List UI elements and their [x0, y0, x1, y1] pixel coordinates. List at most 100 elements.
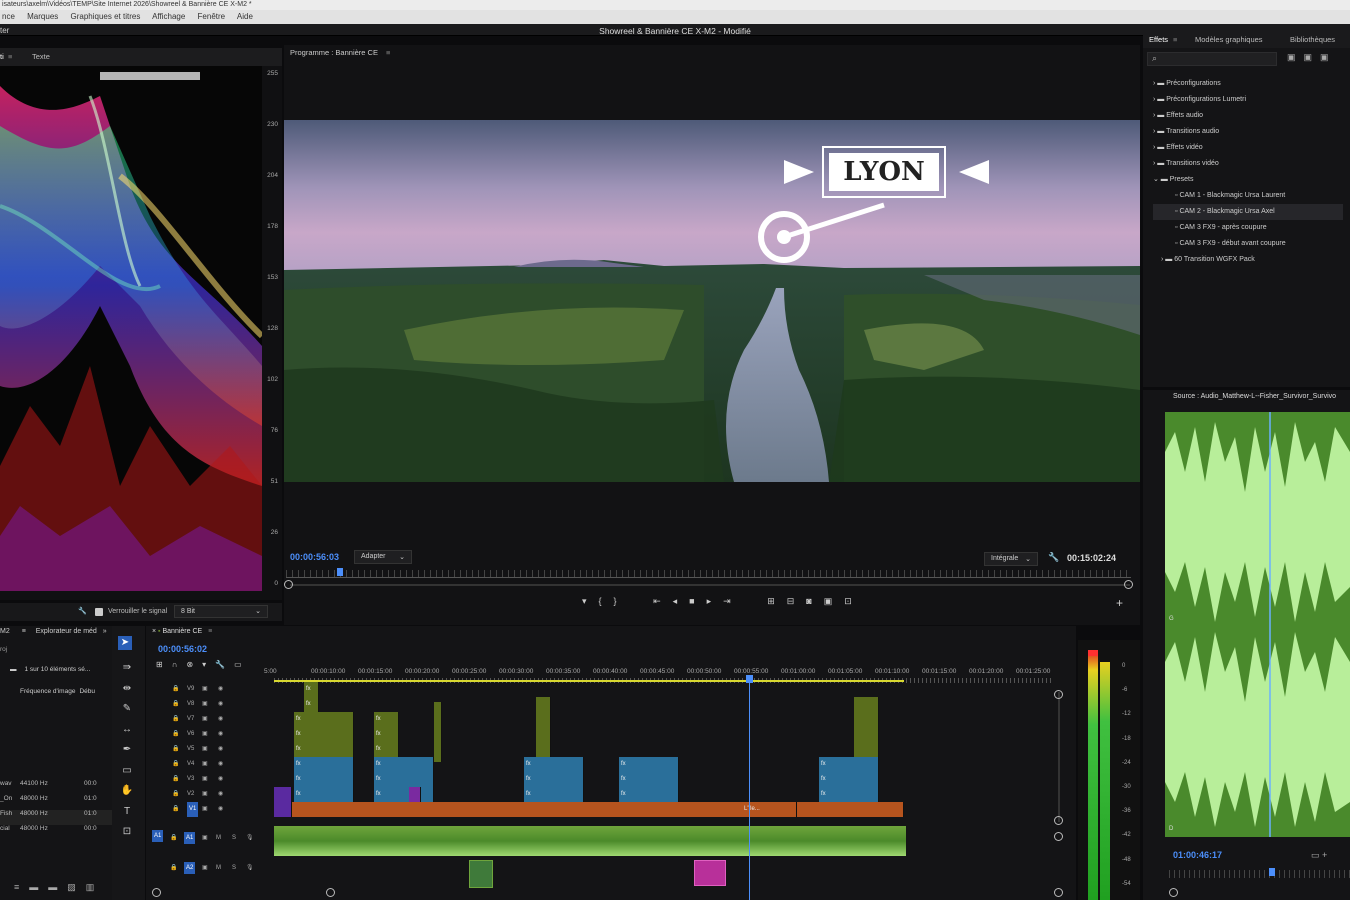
source-ruler[interactable]	[1169, 870, 1350, 878]
selection-tool-icon[interactable]: ➤	[118, 636, 132, 650]
tab-text[interactable]: Texte	[32, 48, 50, 66]
video-clip[interactable]: fx	[819, 757, 879, 772]
mark-out-icon[interactable]: }	[614, 596, 629, 606]
audio-track-header[interactable]: A1 🔒 A1 ▣ M S 🎙	[146, 824, 274, 852]
tab-graphic-templates[interactable]: Modèles graphiques	[1195, 32, 1263, 48]
export-frame-icon[interactable]: ◙	[806, 596, 823, 606]
tree-folder[interactable]: › ▬ Effets vidéo	[1153, 140, 1343, 156]
scroll-handle[interactable]	[326, 888, 335, 897]
playhead-handle[interactable]	[746, 675, 753, 683]
extract-icon[interactable]: ⊟	[787, 596, 807, 606]
scroll-handle[interactable]	[1054, 832, 1063, 841]
video-clip[interactable]: fx	[524, 772, 584, 787]
video-clip[interactable]: fx	[304, 697, 319, 712]
video-track-header[interactable]: 🔒 V5 ▣ ◉	[146, 742, 274, 757]
captions-icon[interactable]: ▭	[234, 660, 251, 669]
tree-folder[interactable]: › ▬ Préconfigurations	[1153, 76, 1343, 92]
tree-folder[interactable]: › ▬ Effets audio	[1153, 108, 1343, 124]
menu-item-markers[interactable]: Marques	[27, 12, 58, 21]
source-playhead[interactable]	[1269, 868, 1275, 876]
rectangle-tool-icon[interactable]: ▭	[120, 761, 134, 782]
scroll-handle-right[interactable]	[1124, 580, 1133, 589]
zoom-select[interactable]: Adapter ⌄	[354, 550, 412, 564]
linked-selection-icon[interactable]: ⊗	[186, 660, 202, 669]
video-clip[interactable]: fx	[524, 757, 584, 772]
program-video-frame[interactable]: LYON	[284, 120, 1140, 482]
ripple-edit-tool-icon[interactable]: ⇹	[120, 679, 134, 700]
add-marker-icon[interactable]: ▾	[202, 660, 215, 669]
scroll-handle-left[interactable]	[284, 580, 293, 589]
video-track-header[interactable]: 🔒 V4 ▣ ◉	[146, 757, 274, 772]
video-clip[interactable]	[274, 787, 292, 817]
list-view-icon[interactable]: ≡	[14, 882, 29, 892]
video-clip[interactable]: fx	[294, 712, 354, 727]
video-clip[interactable]	[536, 712, 551, 727]
clip-indicator[interactable]	[1088, 650, 1098, 656]
comparison-view-icon[interactable]: ▣	[824, 596, 845, 606]
video-track-scrollbar[interactable]	[1058, 692, 1060, 822]
panel-menu-icon[interactable]: ≡	[8, 48, 12, 66]
video-track-header[interactable]: 🔒 V2 ▣ ◉	[146, 787, 274, 802]
tab-effects[interactable]: Effets	[1149, 32, 1168, 48]
list-item[interactable]: Fish 48000 Hz 01:0	[0, 810, 112, 825]
video-clip[interactable]	[854, 712, 879, 727]
menu-item-graphics[interactable]: Graphiques et titres	[71, 12, 141, 21]
list-item[interactable]: cial 48000 Hz 00:0	[0, 825, 112, 840]
captions-tool-icon[interactable]: ⊡	[120, 822, 134, 843]
video-clip[interactable]: fx	[374, 742, 399, 757]
menu-item-window[interactable]: Fenêtre	[198, 12, 226, 21]
video-clip[interactable]	[434, 747, 442, 762]
go-to-out-icon[interactable]: ⇥	[723, 596, 743, 606]
video-clip[interactable]	[536, 697, 551, 712]
video-clip[interactable]: fx	[294, 742, 354, 757]
audio-clip-a2-pink[interactable]	[694, 860, 726, 886]
scroll-handle[interactable]	[1054, 690, 1063, 699]
type-tool-icon[interactable]: T	[120, 802, 134, 823]
add-button-icon[interactable]: +	[1116, 596, 1123, 610]
step-forward-icon[interactable]: ▸	[707, 596, 724, 606]
new-bin-icon[interactable]: ▬	[29, 882, 48, 892]
audio-clip-a1[interactable]	[274, 826, 906, 856]
wrench-icon[interactable]: 🔧	[78, 603, 87, 621]
new-item-icon[interactable]: ▨	[67, 882, 86, 892]
audio-track-header[interactable]: 🔒 A2 ▣ M S 🎙	[146, 854, 274, 882]
program-timecode[interactable]: 00:00:56:03	[290, 552, 339, 562]
menu-item-help[interactable]: Aide	[237, 12, 253, 21]
timeline-timecode[interactable]: 00:00:56:02	[158, 644, 207, 654]
effects-search-input[interactable]: ⌕	[1147, 52, 1277, 66]
32bit-effects-icon[interactable]: ▣	[1304, 52, 1321, 62]
track-select-tool-icon[interactable]: ⇛	[120, 658, 134, 679]
tree-preset-item[interactable]: ▫ CAM 3 FX9 - après coupure	[1153, 220, 1343, 236]
named-clip[interactable]: L'île...	[742, 802, 797, 817]
tree-folder[interactable]: › ▬ Transitions vidéo	[1153, 156, 1343, 172]
step-back-icon[interactable]: ◂	[673, 596, 690, 606]
tree-preset-item[interactable]: ▫ CAM 2 - Blackmagic Ursa Axel	[1153, 204, 1343, 220]
yuv-effects-icon[interactable]: ▣	[1320, 52, 1337, 62]
scroll-handle[interactable]	[1054, 816, 1063, 825]
video-clip[interactable]: fx	[619, 757, 679, 772]
video-clip[interactable]: fx	[524, 787, 584, 802]
tab-scope[interactable]: ti	[0, 48, 4, 67]
tree-subfolder[interactable]: › ▬ 60 Transition WGFX Pack	[1153, 252, 1343, 268]
stop-icon[interactable]: ■	[689, 596, 706, 606]
video-track-header[interactable]: 🔒 V1 ▣ ◉	[146, 802, 274, 817]
video-track-header[interactable]: 🔒 V7 ▣ ◉	[146, 712, 274, 727]
more-panels-icon[interactable]: »	[103, 628, 107, 635]
tree-folder[interactable]: › ▬ Transitions audio	[1153, 124, 1343, 140]
go-to-in-icon[interactable]: ⇤	[653, 596, 673, 606]
sequence-tab[interactable]: × ▪ Bannière CE ≡	[152, 628, 212, 635]
video-track-header[interactable]: 🔒 V6 ▣ ◉	[146, 727, 274, 742]
video-clip[interactable]	[409, 787, 421, 802]
lock-signal-checkbox[interactable]	[95, 608, 103, 616]
video-track-header[interactable]: 🔒 V9 ▣ ◉	[146, 682, 274, 697]
video-clip[interactable]	[854, 727, 879, 742]
nest-icon[interactable]: ⊞	[156, 660, 172, 669]
tab-libraries[interactable]: Bibliothèques	[1290, 32, 1335, 48]
menu-item-sequence[interactable]: nce	[2, 12, 15, 21]
video-clip[interactable]: fx	[619, 772, 679, 787]
mark-in-icon[interactable]: {	[599, 596, 614, 606]
video-clip[interactable]: fx	[294, 727, 354, 742]
video-clip[interactable]: fx	[374, 727, 399, 742]
timeline-playhead[interactable]	[749, 676, 750, 900]
scroll-handle[interactable]	[1054, 888, 1063, 897]
